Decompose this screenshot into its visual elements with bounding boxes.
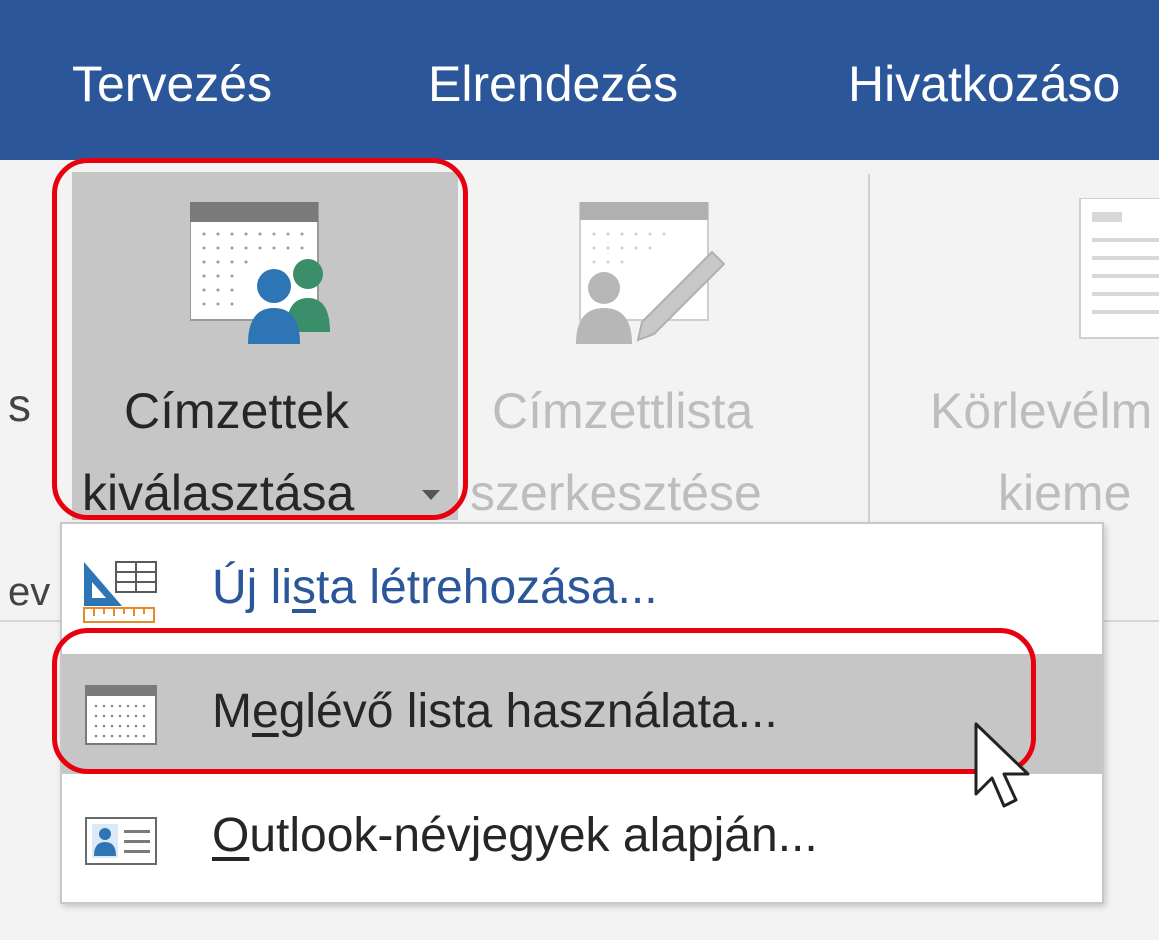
tab-layout[interactable]: Elrendezés <box>428 56 678 112</box>
merge-fields-icon <box>1079 198 1159 339</box>
edit-recipient-list-button[interactable]: Címzettlista szerkesztése <box>470 172 820 521</box>
highlight-merge-fields-label-line1: Körlevélm <box>930 383 1153 439</box>
menu-item-new-list-label: Új lista létrehozása... <box>212 561 658 614</box>
menu-item-outlook-contacts-label: Outlook-névjegyek alapján... <box>212 809 818 862</box>
annotation-highlight-existing-list <box>52 628 1036 774</box>
tab-references[interactable]: Hivatkozáso <box>848 56 1120 112</box>
edit-recipient-list-icon <box>576 202 726 344</box>
new-list-icon <box>83 561 157 623</box>
ribbon-tab-bar: Tervezés Elrendezés Hivatkozáso <box>0 0 1159 160</box>
menu-item-outlook-contacts[interactable]: Outlook-névjegyek alapján... <box>62 778 1102 898</box>
tab-design[interactable]: Tervezés <box>72 56 272 112</box>
mouse-pointer-icon <box>974 722 1030 808</box>
group-label: ev <box>8 570 51 614</box>
ribbon-separator <box>868 174 870 554</box>
annotation-highlight-select-recipients <box>52 158 468 520</box>
outlook-contacts-icon <box>85 817 157 865</box>
highlight-merge-fields-button[interactable]: Körlevélm kieme <box>900 172 1159 521</box>
edit-recipient-list-label-line1: Címzettlista <box>492 383 754 439</box>
edit-recipient-list-label-line2: szerkesztése <box>470 465 762 521</box>
partial-button-label: s <box>8 379 31 431</box>
highlight-merge-fields-label-line2: kieme <box>998 465 1132 521</box>
